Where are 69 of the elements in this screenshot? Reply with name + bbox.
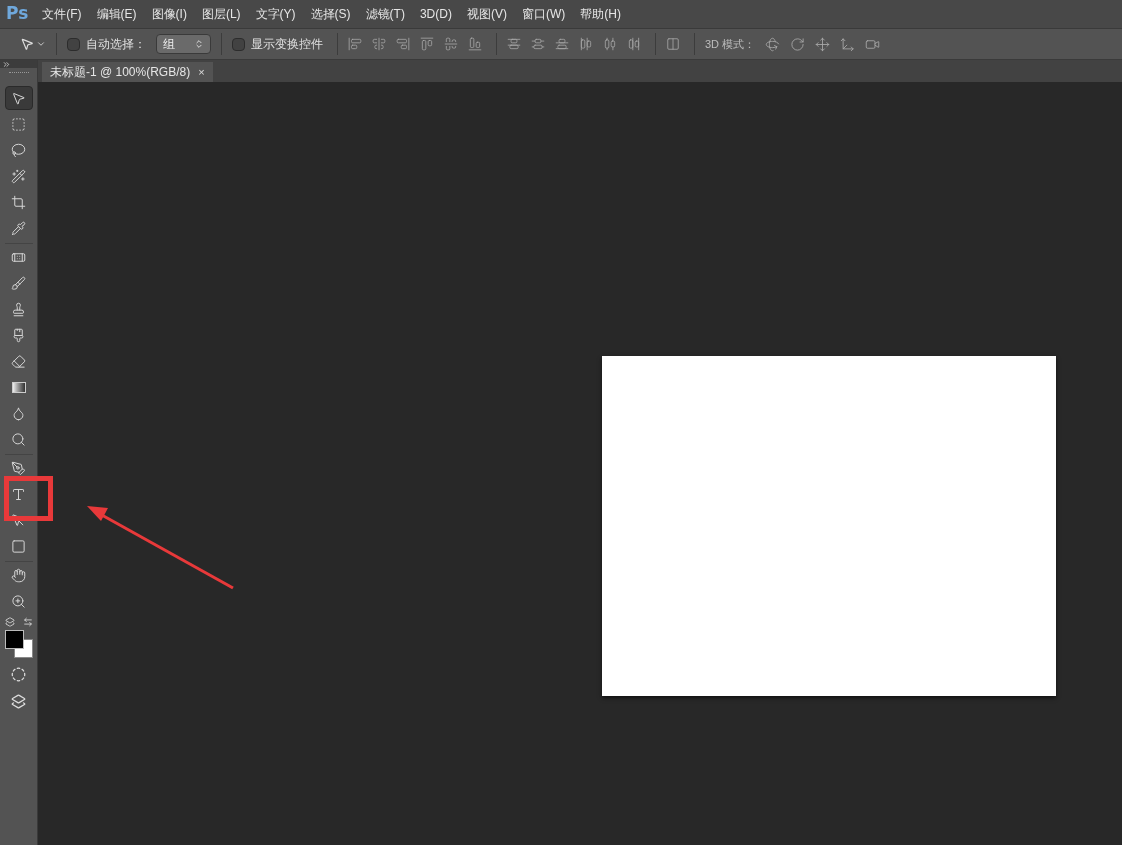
paintbrush-icon	[11, 327, 26, 343]
lasso-icon	[11, 142, 26, 158]
move-tool-icon	[11, 90, 26, 106]
app-logo: Ps	[6, 2, 29, 26]
checkbox-label: 自动选择：	[86, 36, 146, 53]
align-middle-icon[interactable]	[372, 37, 386, 51]
distribute-middle-icon[interactable]	[531, 37, 545, 51]
marquee-icon	[11, 116, 26, 132]
document-title: 未标题-1 @ 100%(RGB/8)	[50, 64, 191, 81]
eyedropper-icon	[11, 220, 26, 236]
align-center-icon[interactable]	[444, 37, 458, 51]
eraser-icon	[11, 353, 26, 369]
highlight-frame	[4, 476, 53, 521]
distribute-top-icon[interactable]	[507, 37, 521, 51]
rotate-3d-icon[interactable]	[765, 36, 781, 52]
gradient-icon	[11, 381, 26, 393]
zoom-icon	[11, 593, 26, 609]
checkbox[interactable]	[232, 37, 245, 51]
align-right-icon[interactable]	[468, 37, 482, 51]
menu-item[interactable]: 选择(S)	[310, 5, 351, 23]
menu-item[interactable]: 视图(V)	[466, 5, 507, 23]
distribute-right-icon[interactable]	[627, 37, 641, 51]
align-top-icon[interactable]	[348, 37, 362, 51]
distribute-bottom-icon[interactable]	[555, 37, 569, 51]
pen-icon	[11, 460, 26, 476]
type-icon	[11, 486, 26, 502]
menu-item[interactable]: 图层(L)	[201, 5, 241, 23]
crop-icon	[11, 194, 26, 210]
menu-item[interactable]: 文字(Y)	[255, 5, 296, 23]
quick-mask-icon[interactable]	[11, 667, 26, 682]
auto-align-icon[interactable]	[666, 37, 680, 51]
tool-button[interactable]	[4, 86, 33, 110]
align-left-icon[interactable]	[420, 37, 434, 51]
distribute-center-icon[interactable]	[603, 37, 617, 51]
menu-item[interactable]: 文件(F)	[42, 5, 82, 23]
close-tab-button[interactable]: ×	[198, 63, 205, 81]
distribute-left-icon[interactable]	[579, 37, 593, 51]
auto-select-dropdown[interactable]: 组	[156, 34, 211, 54]
wand-icon	[11, 168, 26, 184]
droplet-icon	[11, 405, 26, 421]
stamp-icon	[11, 301, 26, 317]
tool-preset-picker[interactable]	[20, 37, 46, 51]
color-swatches-drawing[interactable]	[3, 629, 34, 659]
menu-item[interactable]: 3D(D)	[419, 5, 452, 23]
checkbox[interactable]	[67, 37, 80, 51]
dodge-icon	[11, 431, 26, 447]
caret-icon	[36, 39, 46, 49]
document-tab[interactable]: 未标题-1 @ 100%(RGB/8) ×	[42, 62, 213, 82]
checkbox-label: 显示变换控件	[251, 36, 323, 53]
move-tool-icon	[20, 37, 34, 51]
stepper-icon	[194, 39, 204, 49]
menu-item[interactable]: 图像(I)	[151, 5, 187, 23]
hand-icon	[11, 567, 26, 583]
menu-item[interactable]: 窗口(W)	[521, 5, 566, 23]
default-colors-icon[interactable]	[4, 617, 15, 627]
menu-item[interactable]: 帮助(H)	[580, 5, 621, 23]
expand-icon[interactable]	[2, 59, 11, 69]
screen-mode-icon[interactable]	[11, 694, 26, 709]
drag-icon[interactable]	[815, 36, 831, 52]
align-bottom-icon[interactable]	[396, 37, 410, 51]
roll-icon[interactable]	[790, 36, 806, 52]
swap-colors-icon[interactable]	[22, 617, 33, 627]
brush-icon	[11, 275, 26, 291]
menu-item[interactable]: 滤镜(T)	[365, 5, 405, 23]
mode-3d-label: 3D 模式：	[705, 36, 756, 52]
pointer-icon	[11, 512, 26, 528]
menu-item[interactable]: 编辑(E)	[96, 5, 137, 23]
slide-icon[interactable]	[840, 36, 856, 52]
rectangle-icon	[11, 538, 26, 554]
